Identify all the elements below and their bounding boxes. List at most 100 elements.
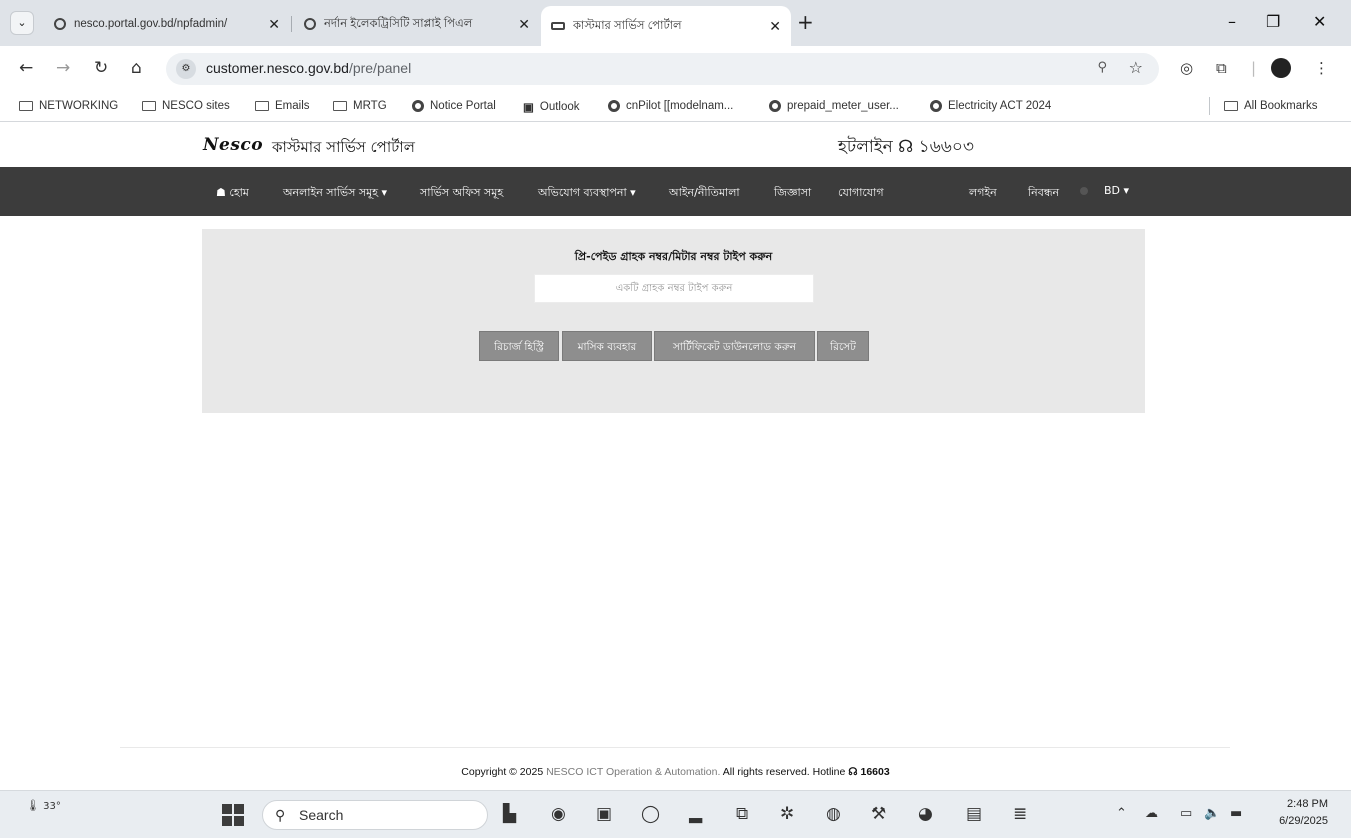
page-icon bbox=[551, 22, 565, 30]
profile-avatar[interactable] bbox=[1271, 58, 1291, 78]
folder-icon bbox=[1224, 101, 1238, 111]
lookup-label: প্রি-পেইড গ্রাহক নম্বর/মিটার নম্বর টাইপ … bbox=[574, 250, 773, 263]
close-window-icon[interactable]: ✕ bbox=[1313, 12, 1326, 31]
tab-title: কাস্টমার সার্ভিস পোর্টাল bbox=[573, 19, 682, 32]
bookmark-label: cnPilot [[modelnam... bbox=[626, 100, 734, 112]
active-chrome-icon[interactable]: ◕ bbox=[918, 804, 933, 824]
menu-kebab-icon[interactable]: ⋮ bbox=[1314, 59, 1329, 77]
nesco-logo[interactable]: Nesco bbox=[203, 135, 263, 155]
tools-app-icon[interactable]: ⚒ bbox=[871, 804, 886, 824]
site-info-icon[interactable]: ⚙ bbox=[176, 59, 196, 79]
bookmark-prepaid-meter[interactable]: prepaid_meter_user... bbox=[769, 100, 899, 112]
globe-icon bbox=[304, 18, 316, 30]
bookmark-label: Emails bbox=[275, 100, 310, 112]
forward-icon[interactable]: → bbox=[56, 58, 70, 78]
notepad-app-icon[interactable]: ≣ bbox=[1013, 804, 1027, 824]
footer-hotline: ☊ 16603 bbox=[848, 766, 890, 778]
weather-widget[interactable]: 🌡 33° bbox=[26, 799, 61, 812]
battery-icon[interactable]: ▬ bbox=[1230, 804, 1242, 824]
volume-icon[interactable]: 🔈 bbox=[1204, 804, 1220, 824]
browser-tab-strip: ⌄ nesco.portal.gov.bd/npfadmin/ ✕ নর্দান… bbox=[0, 0, 1351, 46]
footer-brand-link[interactable]: NESCO ICT Operation & Automation. bbox=[546, 766, 720, 778]
monthly-usage-button[interactable]: মাসিক ব্যবহার bbox=[562, 331, 652, 361]
language-selector[interactable]: BD ▾ bbox=[1104, 184, 1129, 197]
bookmark-cnpilot[interactable]: cnPilot [[modelnam... bbox=[608, 100, 733, 112]
site-footer: Copyright © 2025 NESCO ICT Operation & A… bbox=[0, 766, 1351, 778]
bookmark-emails[interactable]: Emails bbox=[255, 100, 310, 112]
nav-home[interactable]: ☗ হোম bbox=[216, 184, 249, 203]
tab-search-button[interactable]: ⌄ bbox=[10, 11, 34, 35]
url-text[interactable]: customer.nesco.gov.bd/pre/panel bbox=[206, 60, 411, 76]
hotline-number: হটলাইন ☊ ১৬৬০৩ bbox=[838, 137, 974, 157]
task-view-icon[interactable]: ▙ bbox=[503, 804, 516, 824]
whatsapp-app-icon[interactable]: ◯ bbox=[641, 804, 660, 824]
close-tab-icon[interactable]: ✕ bbox=[268, 16, 280, 33]
bookmark-electricity-act[interactable]: Electricity ACT 2024 bbox=[930, 100, 1051, 112]
url-host: customer.nesco.gov.bd bbox=[206, 60, 349, 76]
toolbar-divider: | bbox=[1251, 59, 1257, 77]
nav-register[interactable]: নিবন্ধন bbox=[1028, 184, 1059, 203]
home-icon[interactable]: ⌂ bbox=[131, 58, 142, 78]
network-icon[interactable]: ▭ bbox=[1180, 804, 1192, 824]
clock-time: 2:48 PM bbox=[1287, 798, 1328, 810]
taskbar-search[interactable]: ⚲ Search bbox=[262, 800, 488, 830]
extensions-puzzle-icon[interactable]: ⧉ bbox=[1216, 59, 1227, 77]
new-tab-button[interactable]: + bbox=[797, 12, 814, 32]
restore-icon[interactable]: ❐ bbox=[1266, 12, 1280, 31]
customer-number-input[interactable]: একটি গ্রাহক নম্বর টাইপ করুন bbox=[534, 274, 814, 303]
extension-icon[interactable]: ◎ bbox=[1180, 59, 1193, 77]
bookmarks-divider bbox=[1209, 97, 1210, 115]
bookmark-nesco-sites[interactable]: NESCO sites bbox=[142, 100, 230, 112]
start-button[interactable] bbox=[222, 804, 244, 826]
tab-northern-electricity[interactable]: নর্দান ইলেকট্রিসিটি সাপ্লাই পিএল ✕ bbox=[294, 8, 540, 40]
bookmark-label: Electricity ACT 2024 bbox=[948, 100, 1052, 112]
show-hidden-icons[interactable]: ⌃ bbox=[1116, 804, 1127, 824]
onedrive-icon[interactable]: ☁ bbox=[1145, 804, 1158, 824]
store-app-icon[interactable]: ▣ bbox=[596, 804, 612, 824]
all-bookmarks[interactable]: All Bookmarks bbox=[1224, 100, 1318, 112]
search-label: Search bbox=[299, 807, 344, 823]
certificate-download-button[interactable]: সার্টিফিকেট ডাউনলোড করুন bbox=[654, 331, 815, 361]
nav-laws[interactable]: আইন/নীতিমালা bbox=[669, 184, 740, 203]
system-clock[interactable]: 2:48 PM 6/29/2025 bbox=[1262, 796, 1328, 830]
bookmark-label: All Bookmarks bbox=[1244, 100, 1318, 112]
portal-title: কাস্টমার সার্ভিস পোর্টাল bbox=[272, 138, 415, 156]
nav-separator-dot bbox=[1080, 187, 1088, 195]
nav-contact[interactable]: যোগাযোগ bbox=[838, 184, 884, 203]
tab-separator bbox=[291, 16, 292, 32]
outlook-icon: ▣ bbox=[523, 102, 534, 114]
network-app-icon[interactable]: ⧉ bbox=[736, 804, 748, 824]
tab-nesco-admin[interactable]: nesco.portal.gov.bd/npfadmin/ ✕ bbox=[44, 8, 290, 40]
nav-inquiry[interactable]: জিজ্ঞাসা bbox=[774, 184, 811, 203]
address-bar[interactable]: ⚙ customer.nesco.gov.bd/pre/panel ⚲ ☆ bbox=[166, 53, 1159, 85]
tab-title: নর্দান ইলেকট্রিসিটি সাপ্লাই পিএল bbox=[324, 17, 473, 30]
url-path: /pre/panel bbox=[348, 60, 412, 76]
close-tab-icon[interactable]: ✕ bbox=[769, 18, 781, 35]
back-icon[interactable]: ← bbox=[19, 58, 33, 78]
bookmark-mrtg[interactable]: MRTG bbox=[333, 100, 387, 112]
nav-complaints[interactable]: অভিযোগ ব্যবস্থাপনা ▾ bbox=[538, 184, 636, 203]
recharge-history-button[interactable]: রিচার্জ হিস্ট্রি bbox=[479, 331, 559, 361]
app-icon[interactable]: ✲ bbox=[780, 804, 794, 824]
minimize-icon[interactable]: – bbox=[1228, 12, 1236, 31]
bookmark-star-icon[interactable]: ☆ bbox=[1129, 58, 1143, 77]
browser-toolbar: ← → ↻ ⌂ ⚙ customer.nesco.gov.bd/pre/pane… bbox=[0, 46, 1351, 92]
zoom-icon[interactable]: ⚲ bbox=[1097, 60, 1107, 75]
nav-online-services[interactable]: অনলাইন সার্ভিস সমূহ ▾ bbox=[283, 184, 387, 203]
media-app-icon[interactable]: ◍ bbox=[826, 804, 841, 824]
globe-icon bbox=[54, 18, 66, 30]
tab-customer-service-portal[interactable]: কাস্টমার সার্ভিস পোর্টাল ✕ bbox=[541, 6, 791, 46]
folder-icon bbox=[142, 101, 156, 111]
reload-icon[interactable]: ↻ bbox=[94, 58, 108, 78]
reset-button[interactable]: রিসেট bbox=[817, 331, 869, 361]
bookmark-notice-portal[interactable]: Notice Portal bbox=[412, 100, 496, 112]
bookmark-networking[interactable]: NETWORKING bbox=[19, 100, 118, 112]
bookmark-outlook[interactable]: ▣ Outlook bbox=[523, 100, 580, 114]
close-tab-icon[interactable]: ✕ bbox=[518, 16, 530, 33]
nav-service-offices[interactable]: সার্ভিস অফিস সমূহ bbox=[420, 184, 503, 203]
file-explorer-icon[interactable]: ▂ bbox=[689, 804, 702, 824]
word-app-icon[interactable]: ▤ bbox=[966, 804, 982, 824]
nav-login[interactable]: লগইন bbox=[969, 184, 997, 203]
chrome-app-icon[interactable]: ◉ bbox=[551, 804, 566, 824]
temperature: 33° bbox=[43, 801, 61, 812]
